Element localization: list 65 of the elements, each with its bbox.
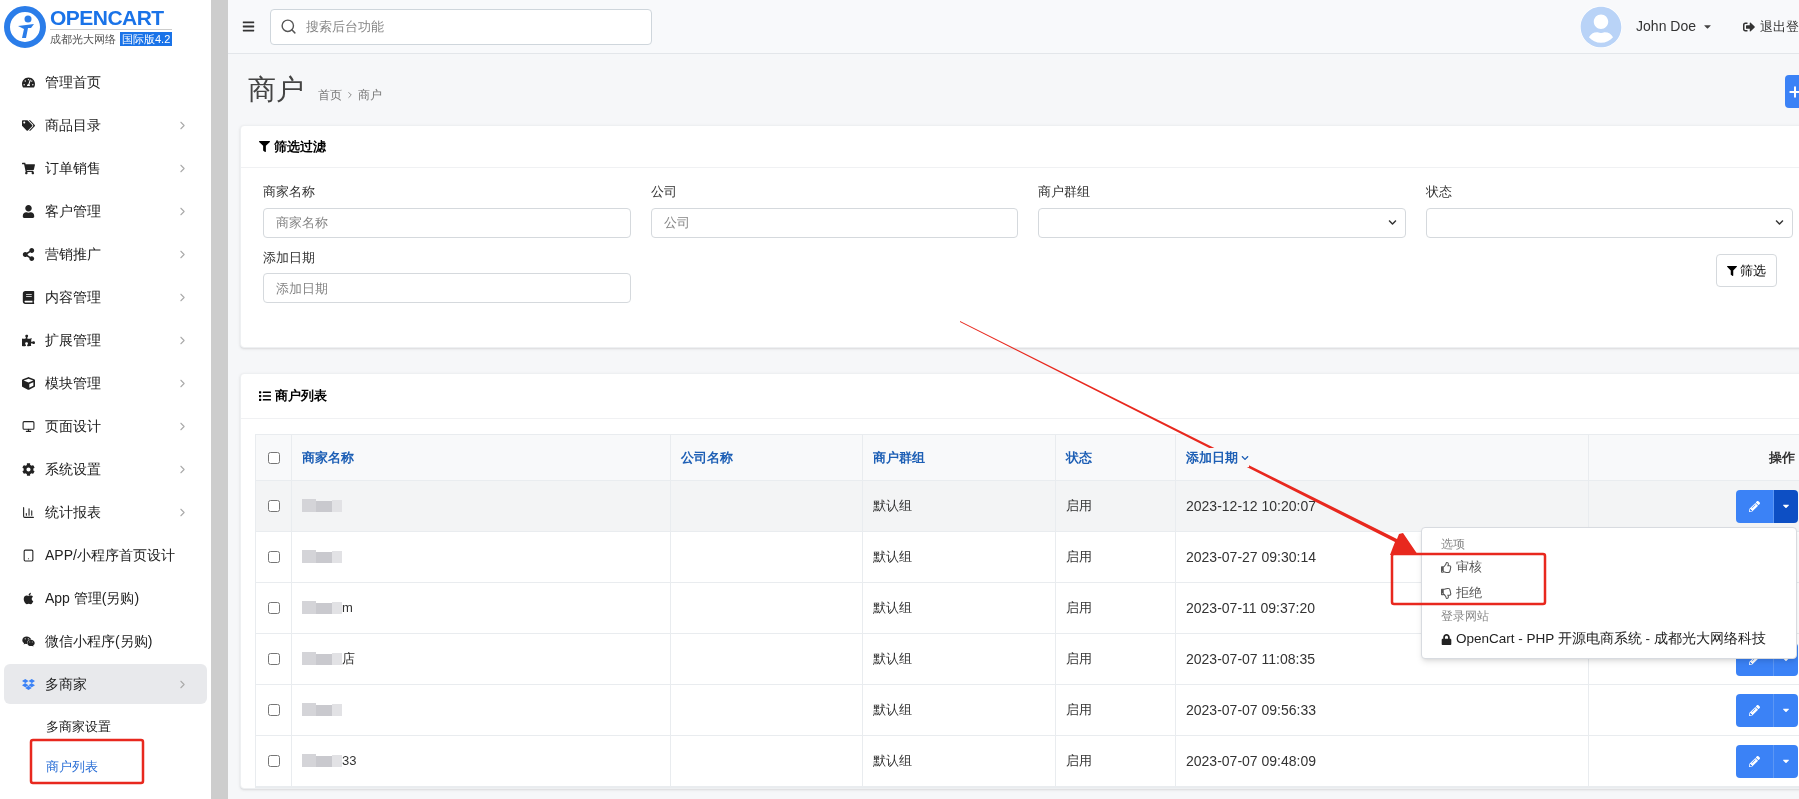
logout-link[interactable]: 退出登 (1760, 16, 1799, 37)
sidebar-item[interactable]: 客户管理 (4, 191, 207, 231)
logo-company: 成都光大网络 (50, 31, 116, 47)
field-label: 商家名称 (263, 183, 316, 201)
sidebar-item[interactable]: 系统设置 (4, 449, 207, 489)
field-label: 公司 (650, 183, 678, 201)
table-cell-text: 店 (342, 650, 355, 669)
table-cell-text: 启用 (1066, 548, 1092, 567)
page-title: 商户 (248, 72, 304, 107)
field-label: 商户群组 (1038, 183, 1091, 201)
table-cell-text: 2023-07-27 09:30:14 (1186, 547, 1316, 567)
breadcrumb-link[interactable]: 首页 (318, 85, 342, 104)
field-label: 状态 (1425, 183, 1453, 201)
text-field[interactable]: 公司 (650, 207, 1018, 238)
highlighted-row[interactable]: 默认组 启用 2023-12-12 10:20:07 (256, 481, 1799, 532)
table-cell-text: 启用 (1066, 497, 1092, 516)
table-cell-text: 2023-07-11 09:37:20 (1186, 598, 1315, 618)
table-cell-text: 启用 (1066, 599, 1092, 618)
card-title: 筛选过滤 (274, 137, 326, 156)
menu-header: 登录网站 (1440, 608, 1490, 625)
table-cell-text: 启用 (1066, 650, 1092, 669)
sidebar-item[interactable]: 统计报表 (4, 492, 207, 532)
search-field[interactable]: 搜索后台功能 (270, 8, 652, 45)
logo-brand: OPENCART (50, 6, 165, 29)
table-cell-text: 2023-07-07 09:48:09 (1186, 751, 1316, 771)
user-name[interactable]: John Doe (1636, 16, 1696, 37)
table-cell-text: 33 (342, 752, 357, 771)
table-cell-text: 2023-12-12 10:20:07 (1186, 496, 1316, 516)
sidebar-item[interactable]: 商品目录 (4, 105, 207, 145)
table-cell-text: 启用 (1066, 752, 1092, 771)
text-field[interactable]: 商家名称 (263, 207, 631, 238)
sidebar-item[interactable]: 管理首页 (4, 62, 207, 102)
table-cell-text: m (342, 599, 353, 618)
sidebar-item[interactable]: 扩展管理 (4, 320, 207, 360)
table-cell-text: 启用 (1066, 701, 1092, 720)
table-cell-text: 2023-07-07 11:08:35 (1186, 649, 1315, 669)
text-field[interactable]: 添加日期 (263, 273, 631, 303)
field-label: 添加日期 (263, 248, 316, 267)
sidebar-item[interactable]: App 管理(另购) (4, 578, 207, 618)
table-cell-text: 2023-07-07 09:56:33 (1186, 700, 1316, 720)
table-cell-text: 默认组 (873, 650, 912, 669)
sidebar-item[interactable]: 多商家 (4, 664, 207, 704)
sidebar-item[interactable]: 营销推广 (4, 234, 207, 274)
edition-badge: 国际版4.2 (120, 32, 173, 46)
sidebar-item[interactable]: 订单销售 (4, 148, 207, 188)
table-cell-text: 默认组 (873, 599, 912, 618)
sidebar-subitem[interactable]: 多商家设置 (4, 707, 207, 747)
table-cell-text: 默认组 (873, 548, 912, 567)
table-cell-text: 默认组 (873, 701, 912, 720)
menu-header: 选项 (1440, 536, 1466, 553)
column-header[interactable]: 添加日期 (1186, 447, 1249, 468)
menu-item[interactable]: 拒绝 (1422, 580, 1796, 606)
menu-item[interactable]: 审核 (1422, 554, 1796, 580)
sidebar-item[interactable]: 页面设计 (4, 406, 207, 446)
card-title: 商户列表 (275, 387, 327, 406)
table-cell-text: 默认组 (873, 752, 912, 771)
sidebar-item[interactable]: APP/小程序首页设计 (4, 535, 207, 575)
sidebar-item[interactable]: 内容管理 (4, 277, 207, 317)
table-cell-text: 默认组 (873, 497, 912, 516)
sidebar-item[interactable]: 模块管理 (4, 363, 207, 403)
sidebar-item[interactable]: 微信小程序(另购) (4, 621, 207, 661)
sidebar-subitem[interactable]: 商户列表 (4, 747, 207, 787)
menu-item[interactable]: OpenCart - PHP 开源电商系统 - 成都光大网络科技 (1422, 626, 1796, 652)
column-header[interactable]: 商家名称 (302, 447, 354, 468)
filter-button[interactable]: 筛选 (1716, 254, 1777, 287)
